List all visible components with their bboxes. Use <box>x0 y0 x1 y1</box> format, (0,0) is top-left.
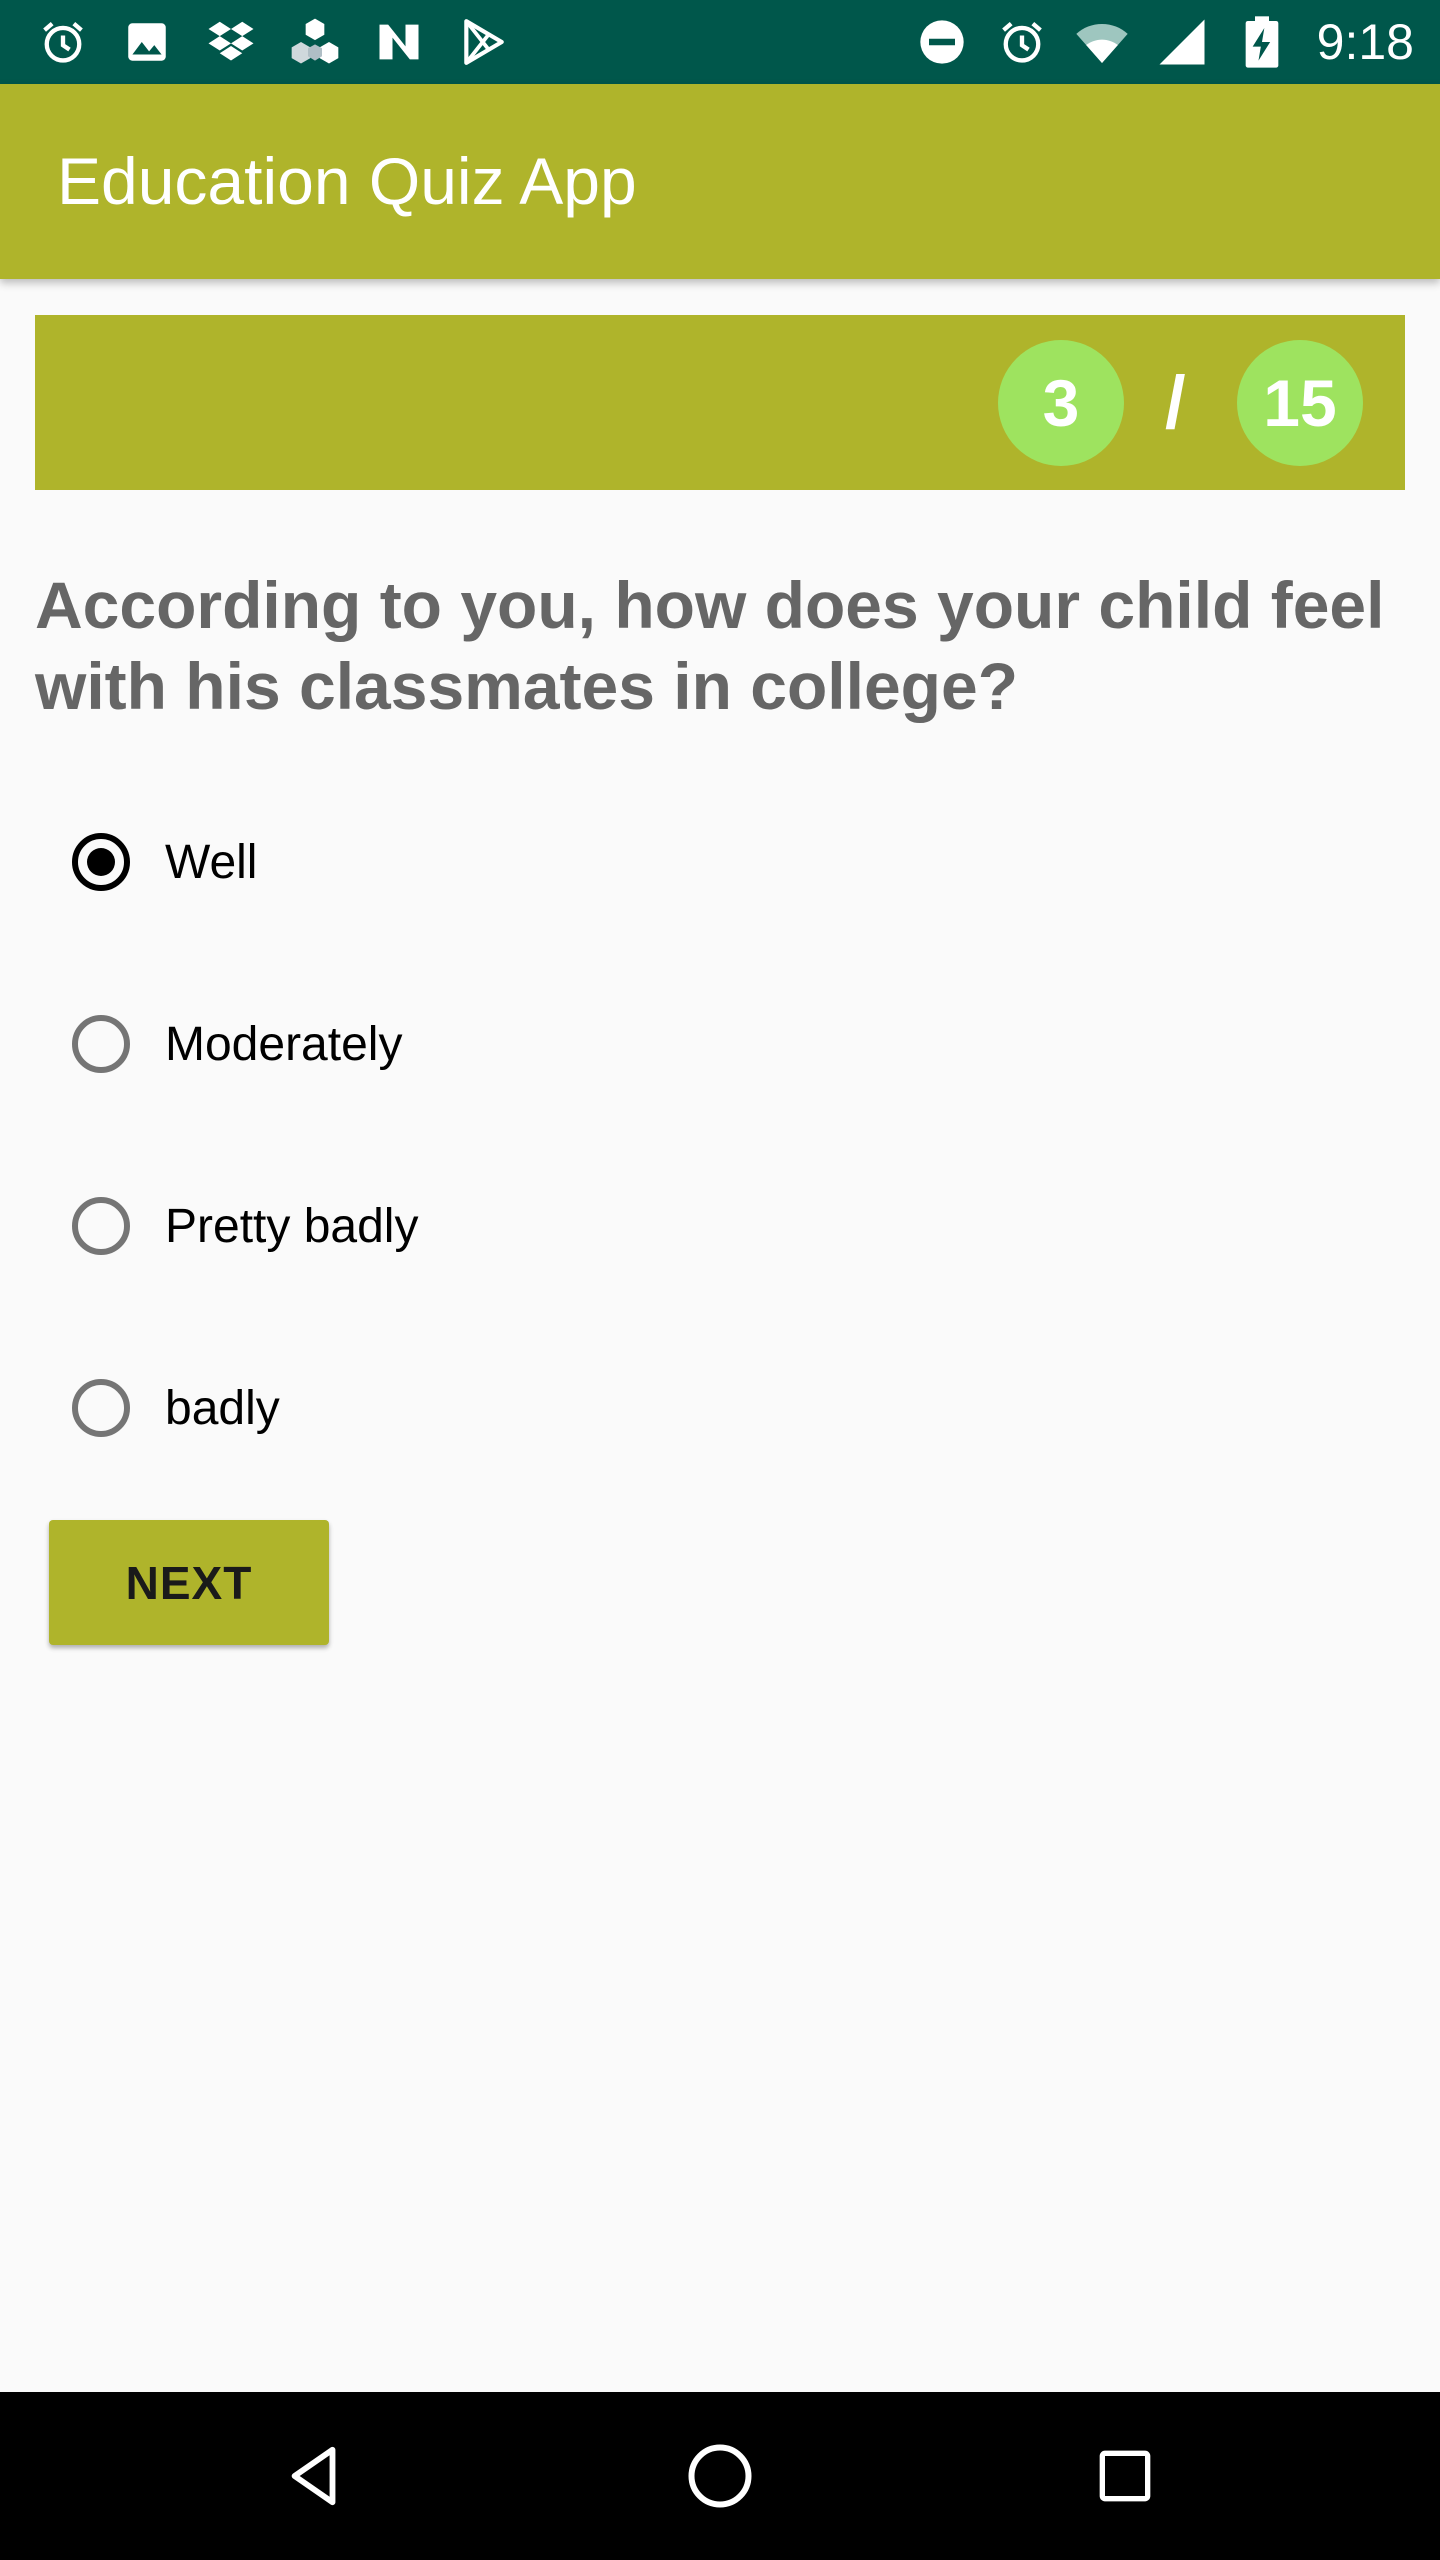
next-button[interactable]: NEXT <box>49 1520 329 1645</box>
current-question-counter: 3 <box>998 340 1124 466</box>
cube-icon <box>286 13 344 71</box>
status-bar: 9:18 <box>0 0 1440 84</box>
image-icon <box>118 13 176 71</box>
option-moderately[interactable]: Moderately <box>72 1006 402 1082</box>
option-label: Well <box>165 835 258 889</box>
radio-button[interactable] <box>72 1379 130 1437</box>
wifi-icon <box>1073 13 1131 71</box>
system-icons: 9:18 <box>913 0 1414 84</box>
home-icon[interactable] <box>670 2426 770 2526</box>
question-text: According to you, how does your child fe… <box>35 568 1385 723</box>
navigation-bar <box>0 2392 1440 2560</box>
alarm-icon <box>993 13 1051 71</box>
question-progress-banner: 3 / 15 <box>35 315 1405 490</box>
app-bar: Education Quiz App <box>0 84 1440 279</box>
total-questions-counter: 15 <box>1237 340 1363 466</box>
alarm-icon <box>34 13 92 71</box>
option-pretty-badly[interactable]: Pretty badly <box>72 1188 418 1264</box>
option-label: Moderately <box>165 1017 403 1071</box>
radio-button-checked[interactable] <box>72 833 130 891</box>
do-not-disturb-icon <box>913 13 971 71</box>
play-store-icon <box>454 13 512 71</box>
app-title: Education Quiz App <box>57 144 637 218</box>
signal-icon <box>1153 13 1211 71</box>
clock: 9:18 <box>1316 14 1414 70</box>
counter-separator: / <box>1165 361 1186 444</box>
n-app-icon <box>370 13 428 71</box>
radio-button[interactable] <box>72 1197 130 1255</box>
option-badly[interactable]: badly <box>72 1370 280 1446</box>
notification-icons <box>34 0 512 84</box>
option-label: badly <box>165 1381 280 1435</box>
back-icon[interactable] <box>265 2426 365 2526</box>
dropbox-icon <box>202 13 260 71</box>
battery-charging-icon <box>1233 13 1291 71</box>
option-label: Pretty badly <box>165 1199 419 1253</box>
option-well[interactable]: Well <box>72 824 257 900</box>
recent-apps-icon[interactable] <box>1075 2426 1175 2526</box>
radio-button[interactable] <box>72 1015 130 1073</box>
